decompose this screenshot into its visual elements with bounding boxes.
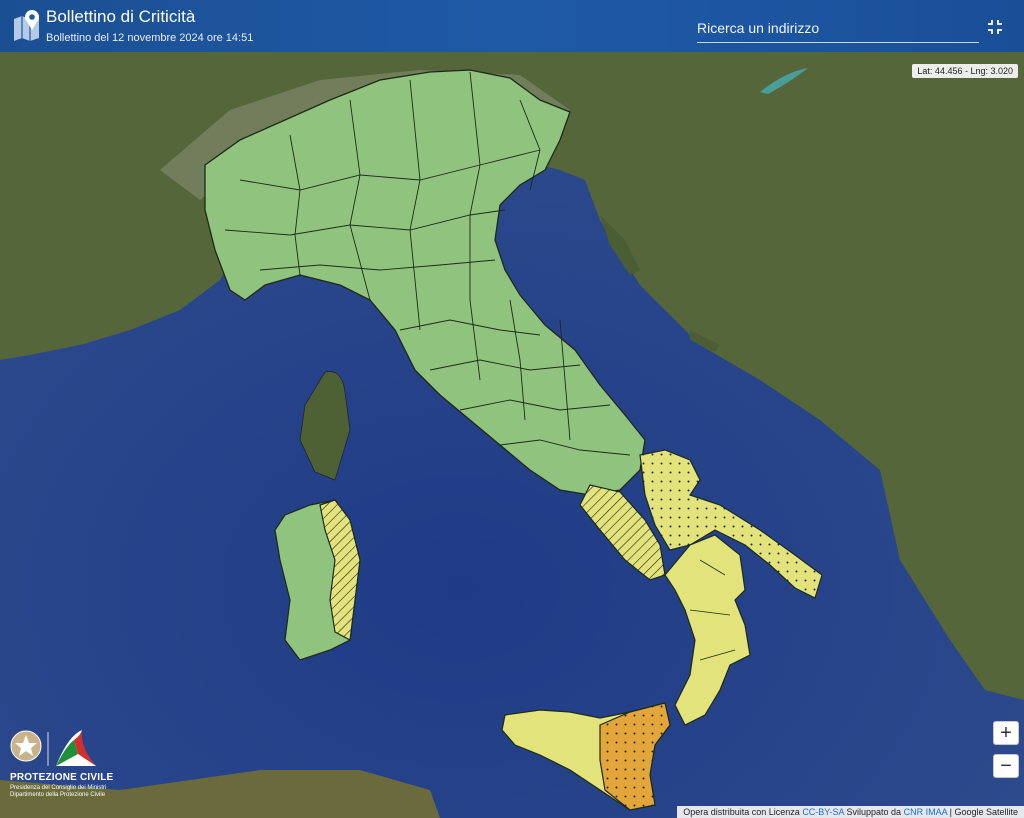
license-link[interactable]: CC-BY-SA <box>802 807 844 817</box>
search-placeholder: Ricerca un indirizzo <box>697 20 820 36</box>
footer-text2: Sviluppato da <box>846 807 902 817</box>
brand-line3: Dipartimento della Protezione Civile <box>10 792 106 798</box>
emblem-icon <box>10 730 96 766</box>
zoom-in-button[interactable]: + <box>993 721 1019 745</box>
protezione-civile-logo: PROTEZIONE CIVILE Presidenza del Consigl… <box>8 726 118 814</box>
map-canvas[interactable] <box>0 52 1024 818</box>
footer-text1: Opera distribuita con Licenza <box>683 807 800 817</box>
map-view[interactable] <box>0 52 1024 818</box>
header-bar: Bollettino di Criticità Bollettino del 1… <box>0 0 1024 52</box>
footer-text3: | Google Satellite <box>949 807 1018 817</box>
developer-link[interactable]: CNR IMAA <box>904 807 948 817</box>
zoom-out-button[interactable]: − <box>993 754 1019 778</box>
map-pin-icon <box>14 10 39 41</box>
brand-line2: Presidenza del Consiglio dei Ministri <box>10 785 107 791</box>
coordinates-readout: Lat: 44.456 - Lng: 3.020 <box>912 64 1018 78</box>
bulletin-date: Bollettino del 12 novembre 2024 ore 14:5… <box>46 32 254 44</box>
attribution-footer: Opera distribuita con Licenza CC-BY-SA S… <box>677 806 1024 818</box>
fullscreen-icon[interactable] <box>986 18 1004 36</box>
address-search-input[interactable]: Ricerca un indirizzo <box>697 18 979 43</box>
page-title: Bollettino di Criticità <box>46 7 196 26</box>
brand-name: PROTEZIONE CIVILE <box>10 772 114 783</box>
